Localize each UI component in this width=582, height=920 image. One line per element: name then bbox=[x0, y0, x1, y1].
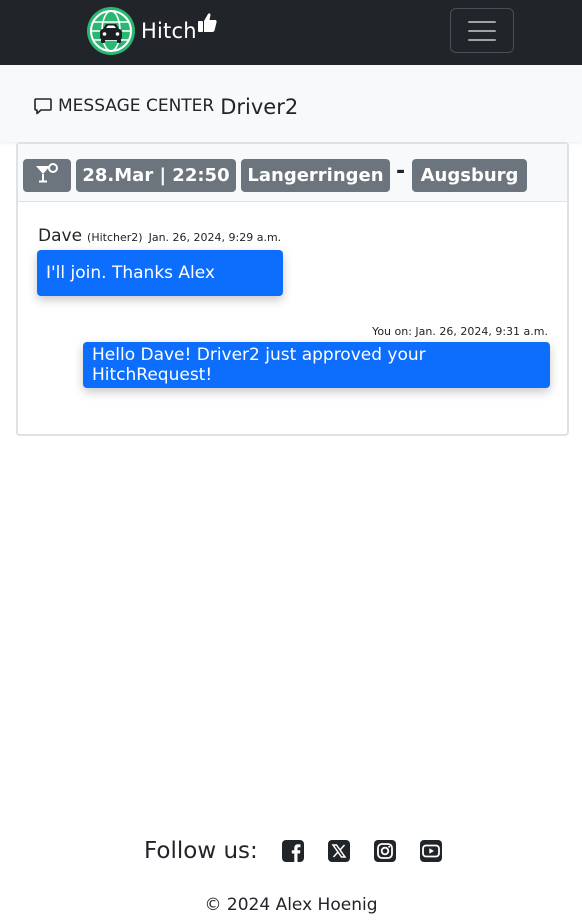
driver-name: Driver2 bbox=[220, 95, 299, 119]
ride-datetime-badge[interactable]: 28.Mar | 22:50 bbox=[76, 159, 236, 192]
chat-bubble-icon bbox=[33, 96, 53, 116]
thumbs-up-icon bbox=[197, 12, 217, 38]
outgoing-message-timestamp: You on: Jan. 26, 2024, 9:31 a.m. bbox=[372, 325, 548, 338]
car-globe-logo-icon bbox=[87, 7, 135, 55]
cocktail-glass-icon bbox=[34, 162, 60, 189]
message-timestamp: Jan. 26, 2024, 9:29 a.m. bbox=[148, 231, 282, 244]
brand-link[interactable]: Hitch bbox=[87, 7, 217, 55]
facebook-icon[interactable] bbox=[280, 838, 306, 864]
hamburger-menu-icon[interactable] bbox=[450, 8, 514, 53]
ride-info-header: 28.Mar | 22:50 Langerringen - Augsburg bbox=[18, 144, 567, 202]
x-twitter-icon[interactable] bbox=[326, 838, 352, 864]
ride-to-badge[interactable]: Augsburg bbox=[412, 159, 527, 192]
route-separator: - bbox=[396, 159, 406, 184]
social-follow: Follow us: bbox=[144, 838, 464, 864]
brand-text: Hitch bbox=[141, 19, 197, 43]
conversation-card: 28.Mar | 22:50 Langerringen - Augsburg D… bbox=[16, 142, 569, 436]
outgoing-message-bubble: Hello Dave! Driver2 just approved your H… bbox=[83, 342, 550, 388]
navbar: Hitch bbox=[0, 0, 582, 65]
sender-name: Dave bbox=[38, 226, 83, 246]
instagram-icon[interactable] bbox=[372, 838, 398, 864]
copyright-text: © 2024 Alex Hoenig bbox=[204, 895, 378, 915]
youtube-icon[interactable] bbox=[418, 838, 444, 864]
message-center-label: MESSAGE CENTER bbox=[58, 96, 215, 116]
follow-us-label: Follow us: bbox=[144, 838, 258, 864]
ride-from-badge[interactable]: Langerringen bbox=[241, 159, 390, 192]
sender-handle: (Hitcher2) bbox=[87, 231, 143, 244]
ride-type-badge[interactable] bbox=[23, 159, 71, 192]
message-center-header: MESSAGE CENTER Driver2 bbox=[0, 65, 582, 142]
page-title: MESSAGE CENTER Driver2 bbox=[33, 91, 298, 119]
incoming-message-bubble: I'll join. Thanks Alex bbox=[37, 250, 283, 296]
incoming-message-meta: Dave (Hitcher2) Jan. 26, 2024, 9:29 a.m. bbox=[38, 226, 281, 246]
